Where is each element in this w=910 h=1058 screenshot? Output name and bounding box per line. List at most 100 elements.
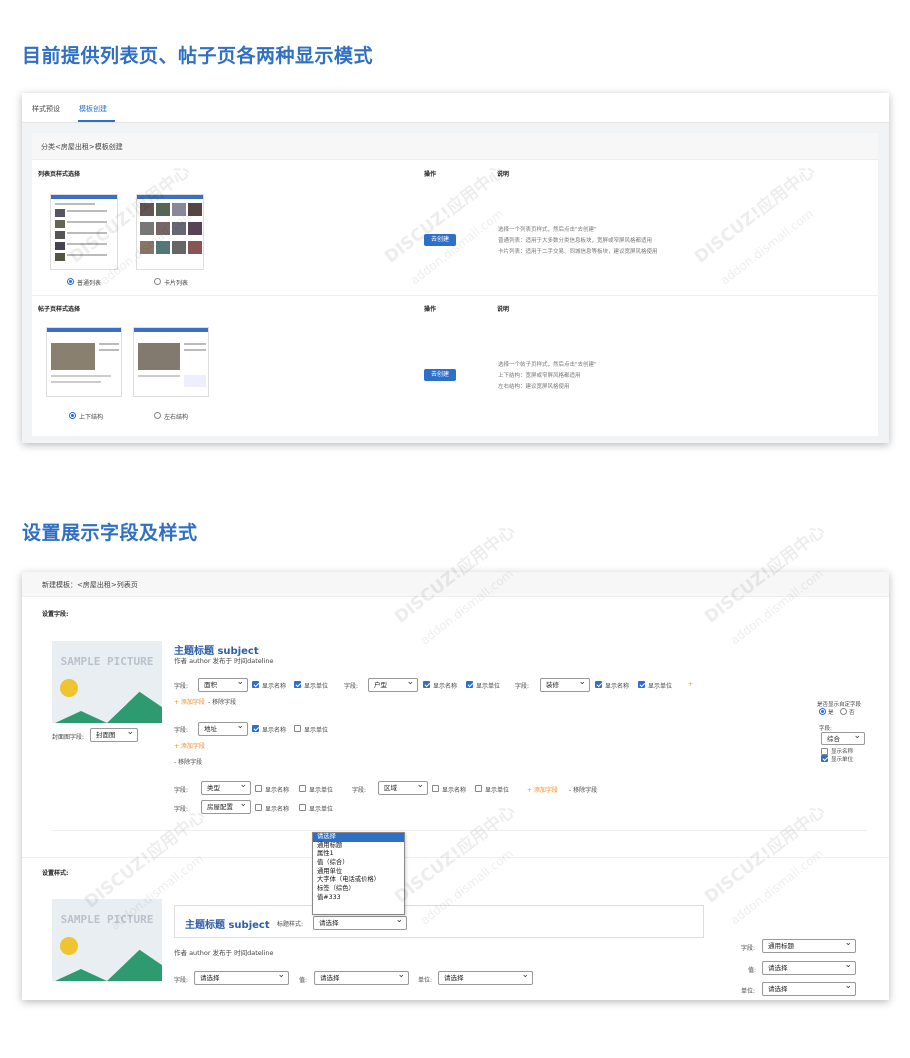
show-name-checkbox[interactable] <box>255 804 262 811</box>
show-unit-label: 显示单位 <box>309 806 334 813</box>
right-field2-label: 字段: <box>741 945 756 952</box>
add-field-link[interactable]: + 添加字段 <box>174 741 205 750</box>
show-name-label: 显示名称 <box>262 683 287 690</box>
radio-list-card[interactable] <box>154 278 161 285</box>
show-unit-checkbox[interactable] <box>475 785 482 792</box>
dropdown-option[interactable]: 值（综合） <box>313 859 404 868</box>
show-name-checkbox[interactable] <box>423 681 430 688</box>
right-show-unit-checkbox[interactable] <box>821 755 828 762</box>
list-card-thumb[interactable] <box>136 194 204 270</box>
field-label: 字段: <box>174 727 189 734</box>
show-name-checkbox[interactable] <box>255 785 262 792</box>
dropdown-option[interactable]: 大字体（电话或价格） <box>313 876 404 885</box>
dropdown-option[interactable]: 标签（综色） <box>313 885 404 894</box>
show-unit-label: 显示单位 <box>304 683 329 690</box>
post-leftright-label: 左右结构 <box>164 414 189 421</box>
bottom-unit-label: 单位: <box>418 977 433 984</box>
list-create-button[interactable]: 去创建 <box>424 234 456 246</box>
radio-no[interactable] <box>840 708 847 715</box>
right-field-label: 字段: <box>819 726 832 732</box>
dropdown-option[interactable]: 属性1 <box>313 850 404 859</box>
right-field-select[interactable]: 综合 <box>821 730 865 745</box>
right-unit-select[interactable]: 请选择 <box>762 980 856 996</box>
right-value-select[interactable]: 请选择 <box>762 959 856 975</box>
tab-style-preset[interactable]: 样式预设 <box>32 104 60 114</box>
radio-list-normal[interactable] <box>67 278 74 285</box>
sample-picture-text: SAMPLE PICTURE <box>60 913 154 926</box>
add-field-link[interactable]: + 添加字段 <box>174 697 205 706</box>
right-show-name-checkbox[interactable] <box>821 748 828 755</box>
show-name-checkbox[interactable] <box>252 681 259 688</box>
bottom-value-select[interactable]: 请选择 <box>314 969 409 985</box>
right-field2-select[interactable]: 通用标题 <box>762 937 856 953</box>
list-card-label: 卡片列表 <box>164 280 189 287</box>
bottom-unit-select[interactable]: 请选择 <box>438 969 533 985</box>
add-field-link[interactable]: + 添加字段 <box>527 785 558 794</box>
field-select-decoration[interactable]: 装修 <box>540 676 590 692</box>
sample-picture-text: SAMPLE PICTURE <box>60 655 154 668</box>
sample-picture-2: SAMPLE PICTURE <box>52 899 162 981</box>
set-fields-label: 设置字段: <box>42 611 69 618</box>
right-value-label: 值: <box>748 967 757 974</box>
plus-mark[interactable]: + <box>688 681 693 688</box>
bottom-field-label: 字段: <box>174 977 189 984</box>
show-unit-checkbox[interactable] <box>638 681 645 688</box>
list-normal-thumb[interactable] <box>50 194 118 270</box>
show-unit-checkbox[interactable] <box>299 804 306 811</box>
cover-field-select[interactable]: 封面图 <box>90 726 138 742</box>
field-label: 字段: <box>174 806 189 813</box>
show-unit-checkbox[interactable] <box>466 681 473 688</box>
field-select-address[interactable]: 地址 <box>198 720 248 736</box>
active-tab-indicator <box>78 120 115 122</box>
list-desc-2: 普通列表：适用于大多数分类信息板块，宽屏或窄屏风格都适用 <box>498 238 653 244</box>
remove-field-link[interactable]: - 移除字段 <box>174 757 202 766</box>
show-unit-checkbox[interactable] <box>294 725 301 732</box>
field-select-facilities[interactable]: 房屋配置 <box>201 798 251 814</box>
section-heading-1: 目前提供列表页、帖子页各两种显示模式 <box>22 45 374 67</box>
show-name-checkbox[interactable] <box>252 725 259 732</box>
content-card: 分类<房屋出租>模板创建 列表页样式选择 操作 说明 普通列表 卡片列表 去创建… <box>32 133 878 436</box>
title-style-label: 标题样式: <box>277 921 304 928</box>
field-select-district[interactable]: 区域 <box>378 779 428 795</box>
radio-post-leftright[interactable] <box>154 412 161 419</box>
show-name-checkbox[interactable] <box>595 681 602 688</box>
show-name-checkbox[interactable] <box>432 785 439 792</box>
subject-meta-2: 作者 author 发布于 时间dateline <box>174 949 274 957</box>
panel-header-title: 新建模板：<房屋出租>列表页 <box>42 581 138 589</box>
tab-template-create[interactable]: 模板创建 <box>79 104 107 114</box>
panel-header: 新建模板：<房屋出租>列表页 <box>22 572 889 597</box>
post-create-button[interactable]: 去创建 <box>424 369 456 381</box>
radio-yes[interactable] <box>819 708 826 715</box>
show-unit-checkbox[interactable] <box>294 681 301 688</box>
post-leftright-thumb[interactable] <box>133 327 209 397</box>
set-style-label: 设置样式: <box>42 870 69 877</box>
show-unit-label: 显示单位 <box>304 727 329 734</box>
divider <box>52 830 867 831</box>
title-style-select[interactable]: 请选择 <box>313 914 407 930</box>
field-select-area[interactable]: 面积 <box>198 676 248 692</box>
field-select-layout[interactable]: 户型 <box>368 676 418 692</box>
list-section-title: 列表页样式选择 <box>38 171 81 178</box>
section-heading-2: 设置展示字段及样式 <box>22 522 198 544</box>
radio-post-topdown[interactable] <box>69 412 76 419</box>
show-unit-label: 显示单位 <box>648 683 673 690</box>
field-label: 字段: <box>344 683 359 690</box>
dropdown-option[interactable]: 请选择 <box>313 833 404 842</box>
template-create-panel: 样式预设 模板创建 分类<房屋出租>模板创建 列表页样式选择 操作 说明 普通列… <box>22 93 889 443</box>
breadcrumb-bar: 分类<房屋出租>模板创建 <box>32 133 878 160</box>
post-desc-2: 上下结构：宽屏或窄屏风格都适用 <box>498 373 581 379</box>
col-action-2: 操作 <box>424 306 437 313</box>
post-topdown-thumb[interactable] <box>46 327 122 397</box>
field-select-type[interactable]: 类型 <box>201 779 251 795</box>
title-style-dropdown[interactable]: 请选择 通用标题 属性1 值（综合） 通用单位 大字体（电话或价格） 标签（综色… <box>312 832 405 915</box>
bottom-value-label: 值: <box>299 977 308 984</box>
bottom-field-select[interactable]: 请选择 <box>194 969 289 985</box>
list-desc-3: 卡片列表：适用于二手交易、同城信息等板块，建议宽屏风格使用 <box>498 249 658 255</box>
remove-field-link[interactable]: - 移除字段 <box>208 697 236 706</box>
remove-field-link[interactable]: - 移除字段 <box>569 785 597 794</box>
show-unit-checkbox[interactable] <box>299 785 306 792</box>
dropdown-option[interactable]: 值#333 <box>313 894 404 903</box>
field-settings-panel: 新建模板：<房屋出租>列表页 设置字段: SAMPLE PICTURE 封面图字… <box>22 572 889 1000</box>
divider <box>22 857 889 858</box>
right-show-name-label: 显示名称 <box>831 749 854 755</box>
